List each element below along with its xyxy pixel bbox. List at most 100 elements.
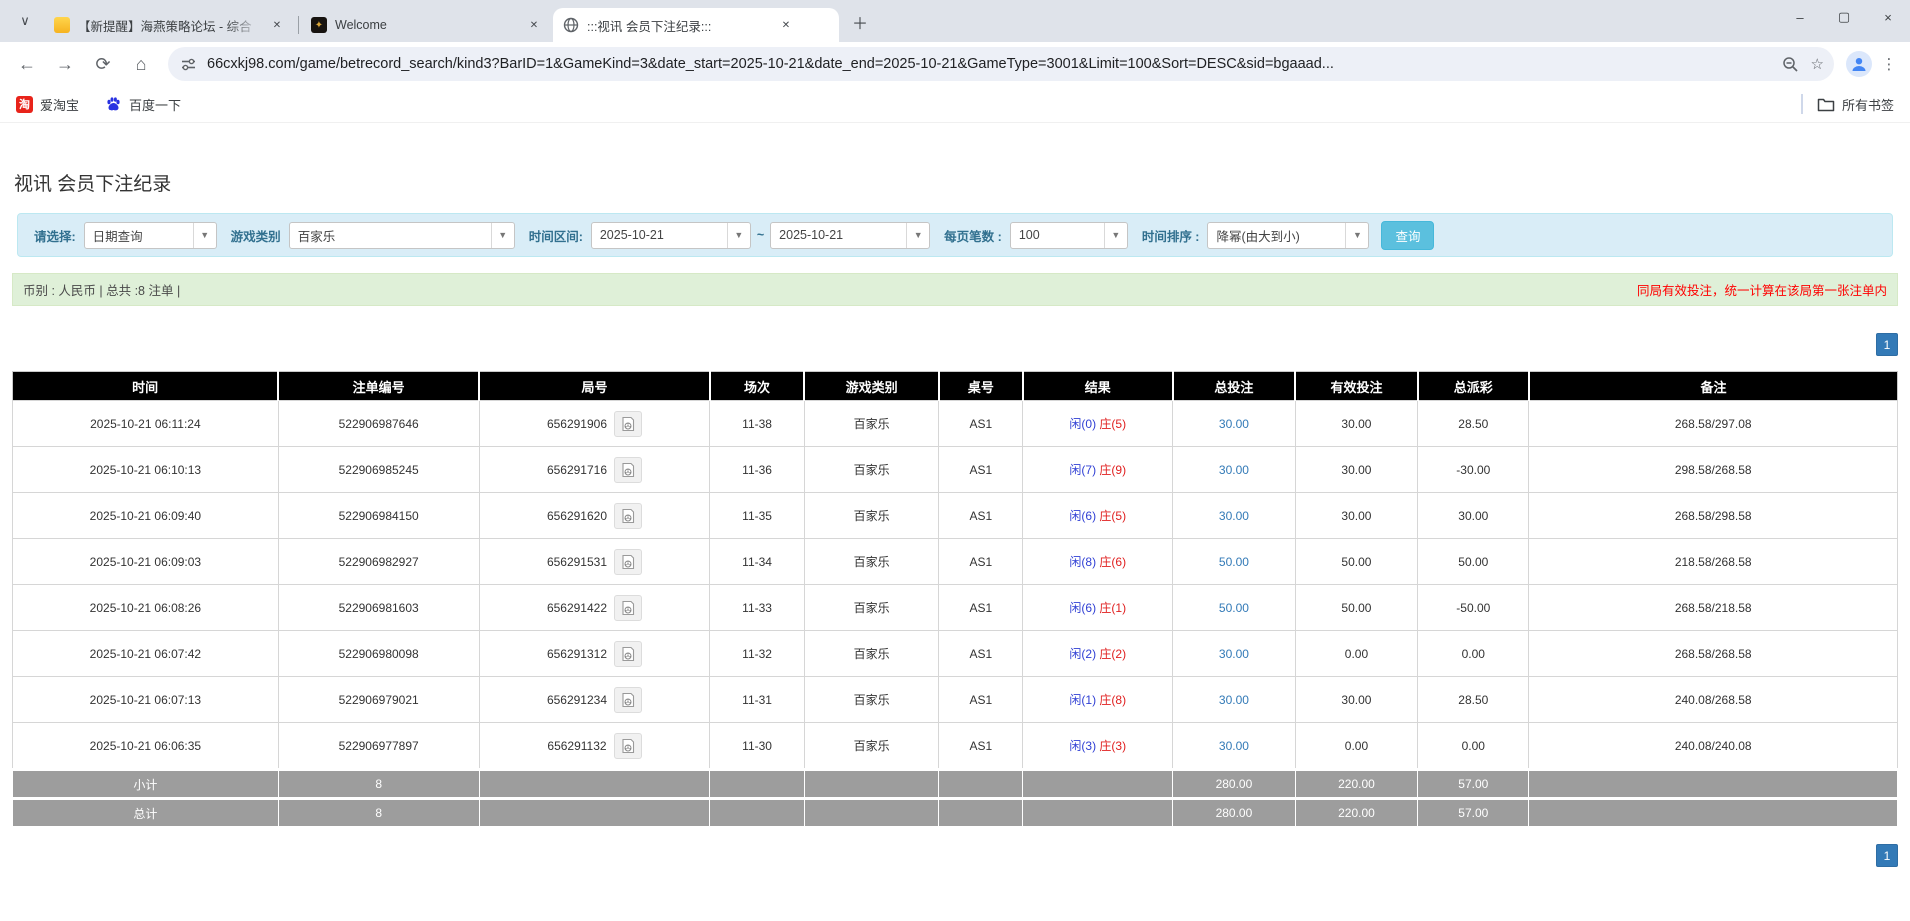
total-bet-link[interactable]: 30.00 <box>1219 417 1249 431</box>
cell-table-no: AS1 <box>938 538 1024 585</box>
result-player: 闲(6) <box>1069 601 1097 615</box>
cell-session: 11-34 <box>709 538 805 585</box>
video-replay-icon[interactable] <box>614 594 643 621</box>
total-row-cell-4 <box>803 797 940 827</box>
total-bet-link[interactable]: 30.00 <box>1219 647 1249 661</box>
table-row: 2025-10-21 06:07:13 522906979021 656291234… <box>12 676 1898 723</box>
minimize-button[interactable]: – <box>1778 1 1822 33</box>
bookmark-taobao[interactable]: 淘 爱淘宝 <box>16 95 79 114</box>
total-bet-link[interactable]: 50.00 <box>1219 601 1249 615</box>
total-bet-link[interactable]: 30.00 <box>1219 463 1249 477</box>
round-number: 656291312 <box>546 646 608 661</box>
video-replay-icon[interactable] <box>614 410 643 437</box>
search-button[interactable]: 查询 <box>1381 220 1435 250</box>
maximize-button[interactable]: ▢ <box>1822 1 1866 33</box>
back-button[interactable]: ← <box>11 48 43 80</box>
result-player: 闲(0) <box>1069 417 1097 431</box>
tab-search-button[interactable]: ∨ <box>10 6 40 36</box>
tab-bet-record[interactable]: :::视讯 会员下注纪录::: ✕ <box>553 8 839 42</box>
cell-bet-id: 522906987646 <box>277 400 480 447</box>
reload-button[interactable]: ⟳ <box>87 48 119 80</box>
video-replay-icon[interactable] <box>614 548 643 575</box>
cell-bet-id: 522906985245 <box>277 446 480 493</box>
table-row: 2025-10-21 06:10:13 522906985245 656291716… <box>12 446 1898 493</box>
column-header: 时间 <box>12 371 280 401</box>
close-icon[interactable]: ✕ <box>778 17 794 33</box>
tab-forum[interactable]: 【新提醒】海燕策略论坛 - 综合 ✕ <box>44 8 296 42</box>
column-header: 桌号 <box>938 371 1024 401</box>
date-start-input[interactable]: 2025-10-21 ▼ <box>590 221 751 249</box>
cell-time: 2025-10-21 06:07:13 <box>12 676 279 723</box>
subtotal-row-cell-6 <box>1022 768 1174 799</box>
page-1-button[interactable]: 1 <box>1876 844 1898 867</box>
bookmark-label: 百度一下 <box>129 97 182 113</box>
all-bookmarks-label: 所有书签 <box>1841 97 1894 113</box>
total-bet-link[interactable]: 30.00 <box>1219 509 1249 523</box>
sort-select[interactable]: 降幂(由大到小) ▼ <box>1207 221 1370 249</box>
total-row-cell-1: 8 <box>277 797 480 827</box>
cell-table-no: AS1 <box>938 722 1024 770</box>
home-button[interactable]: ⌂ <box>125 48 157 80</box>
query-type-select[interactable]: 日期查询 ▼ <box>83 221 217 249</box>
total-bet-link[interactable]: 50.00 <box>1219 555 1249 569</box>
forward-button[interactable]: → <box>49 48 81 80</box>
browser-window: ∨ 【新提醒】海燕策略论坛 - 综合 ✕ ✦ Welcome ✕ :::视讯 会… <box>0 0 1910 921</box>
video-replay-icon[interactable] <box>613 732 642 759</box>
bookmark-star-icon[interactable]: ☆ <box>1811 55 1824 73</box>
total-bet-link[interactable]: 30.00 <box>1219 693 1249 707</box>
cell-valid-bet: 30.00 <box>1294 492 1419 539</box>
result-banker: 庄(8) <box>1099 693 1127 707</box>
cell-session: 11-36 <box>709 446 805 493</box>
cell-total-bet: 50.00 <box>1172 584 1296 631</box>
video-replay-icon[interactable] <box>614 686 643 713</box>
video-replay-icon[interactable] <box>614 502 643 529</box>
cell-note: 268.58/218.58 <box>1528 584 1898 631</box>
cell-table-no: AS1 <box>938 676 1024 723</box>
cell-valid-bet: 50.00 <box>1294 584 1419 631</box>
bookmark-baidu[interactable]: 百度一下 <box>105 95 181 114</box>
globe-icon <box>563 17 579 33</box>
video-replay-icon[interactable] <box>614 456 643 483</box>
total-bet-link[interactable]: 30.00 <box>1219 739 1249 753</box>
total-row-cell-7: 280.00 <box>1172 797 1296 827</box>
pagination-bottom: 1 <box>12 844 1898 867</box>
cell-result: 闲(6) 庄(5) <box>1022 492 1174 539</box>
chevron-down-icon: ▼ <box>1345 222 1368 248</box>
video-replay-icon[interactable] <box>614 640 643 667</box>
result-player: 闲(8) <box>1069 555 1097 569</box>
tab-welcome[interactable]: ✦ Welcome ✕ <box>301 8 553 42</box>
browser-menu-button[interactable]: ⋮ <box>1876 51 1902 77</box>
url-text[interactable]: 66cxkj98.com/game/betrecord_search/kind3… <box>207 56 1770 72</box>
close-icon[interactable]: ✕ <box>269 17 285 33</box>
cell-total-bet: 30.00 <box>1172 400 1296 447</box>
address-bar[interactable]: 66cxkj98.com/game/betrecord_search/kind3… <box>168 47 1834 81</box>
new-tab-button[interactable]: ＋ <box>847 9 873 35</box>
close-window-button[interactable]: × <box>1866 1 1910 33</box>
welcome-favicon-icon: ✦ <box>311 17 327 33</box>
round-number: 656291132 <box>547 738 607 753</box>
tab-title: :::视讯 会员下注纪录::: <box>587 19 712 34</box>
column-header: 有效投注 <box>1295 371 1419 401</box>
date-end-input[interactable]: 2025-10-21 ▼ <box>770 221 931 249</box>
cell-note: 218.58/268.58 <box>1528 538 1898 585</box>
cell-game-type: 百家乐 <box>803 492 940 539</box>
all-bookmarks-button[interactable]: 所有书签 <box>1817 95 1894 114</box>
chevron-down-icon: ▼ <box>906 222 929 248</box>
baidu-paw-icon <box>105 96 122 113</box>
game-type-label: 游戏类别 <box>230 229 281 244</box>
site-info-icon[interactable] <box>180 56 197 73</box>
profile-avatar[interactable] <box>1846 51 1872 77</box>
result-banker: 庄(5) <box>1099 417 1127 431</box>
plus-icon: ＋ <box>851 16 868 33</box>
zoom-out-icon[interactable] <box>1782 56 1799 73</box>
game-type-select[interactable]: 百家乐 ▼ <box>288 221 515 249</box>
cell-result: 闲(0) 庄(5) <box>1022 400 1174 447</box>
close-icon[interactable]: ✕ <box>526 17 542 33</box>
table-header-row: 时间 注单编号 局号 场次 游戏类别 桌号 结果 总投注 有效投注 总派彩 备注 <box>12 371 1898 401</box>
cell-session: 11-33 <box>709 584 805 631</box>
per-page-select[interactable]: 100 ▼ <box>1009 221 1128 249</box>
page-1-button[interactable]: 1 <box>1876 333 1898 356</box>
cell-game-type: 百家乐 <box>803 630 940 677</box>
cell-payout: 0.00 <box>1417 630 1530 677</box>
cell-note: 268.58/297.08 <box>1528 400 1898 447</box>
